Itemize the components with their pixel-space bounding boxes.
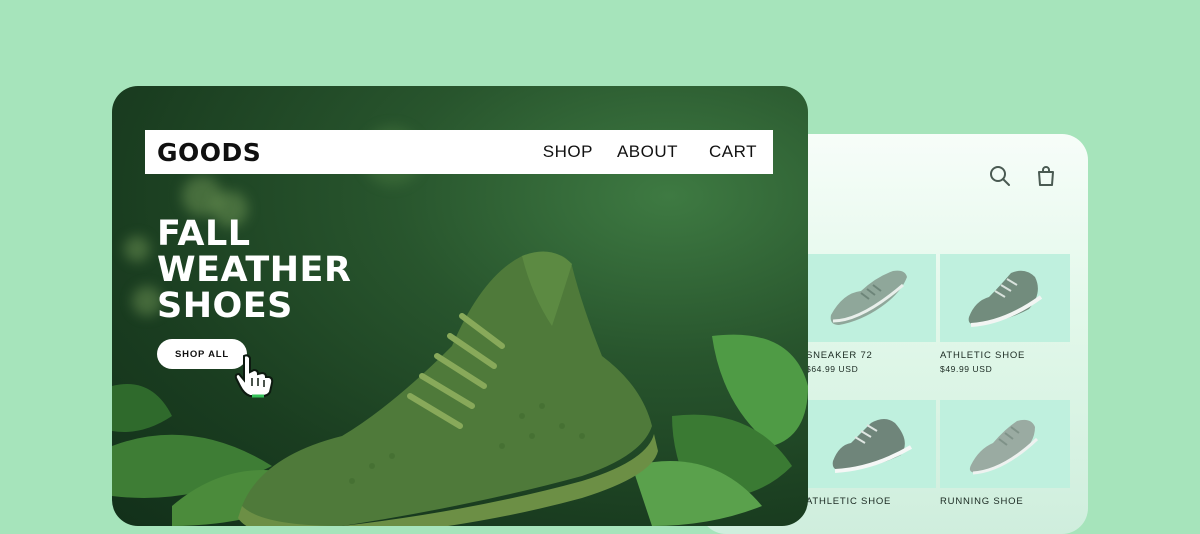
- product-name: SNEAKER 72: [806, 350, 873, 361]
- product-name: ATHLETIC SHOE: [806, 496, 892, 507]
- shoe-icon: [830, 270, 907, 325]
- product-card[interactable]: RUNNING SHOE: [940, 400, 1070, 534]
- headline-line: SHOES: [157, 286, 293, 326]
- product-image[interactable]: [940, 254, 1070, 342]
- hero-card: GOODS SHOP ABOUT CART FALL WEATHER SHOES…: [112, 86, 808, 526]
- headline-line: FALL: [157, 214, 251, 254]
- nav-cart-link[interactable]: CART: [709, 142, 757, 162]
- shoe-icon: [969, 419, 1039, 475]
- search-icon[interactable]: [988, 164, 1012, 188]
- product-image[interactable]: [806, 400, 936, 488]
- product-card[interactable]: SNEAKER 72 $64.99 USD: [806, 254, 936, 400]
- header-icons: [988, 164, 1058, 188]
- nav-links: SHOP ABOUT CART: [543, 142, 757, 162]
- nav-shop-link[interactable]: SHOP: [543, 142, 593, 162]
- shopping-bag-icon[interactable]: [1034, 164, 1058, 188]
- product-card[interactable]: ATHLETIC SHOE: [806, 400, 936, 534]
- product-name: RUNNING SHOE: [940, 496, 1024, 507]
- shoe-icon: [832, 419, 913, 473]
- product-price: $64.99 USD: [806, 364, 859, 374]
- product-price: $49.99 USD: [940, 364, 993, 374]
- product-image[interactable]: [806, 254, 936, 342]
- shoe-icon: [968, 270, 1043, 327]
- product-card[interactable]: ATHLETIC SHOE $49.99 USD: [940, 254, 1070, 400]
- hero-headline: FALL WEATHER SHOES: [157, 216, 351, 324]
- top-navbar: GOODS SHOP ABOUT CART: [145, 130, 773, 174]
- hand-pointer-icon: [234, 354, 274, 398]
- headline-line: WEATHER: [157, 250, 352, 290]
- brand-logo[interactable]: GOODS: [157, 138, 261, 167]
- nav-about-link[interactable]: ABOUT: [617, 142, 678, 162]
- product-grid: SNEAKER 72 $64.99 USD ATHLETIC SHOE $49.…: [806, 254, 1072, 534]
- product-image[interactable]: [940, 400, 1070, 488]
- product-name: ATHLETIC SHOE: [940, 350, 1026, 361]
